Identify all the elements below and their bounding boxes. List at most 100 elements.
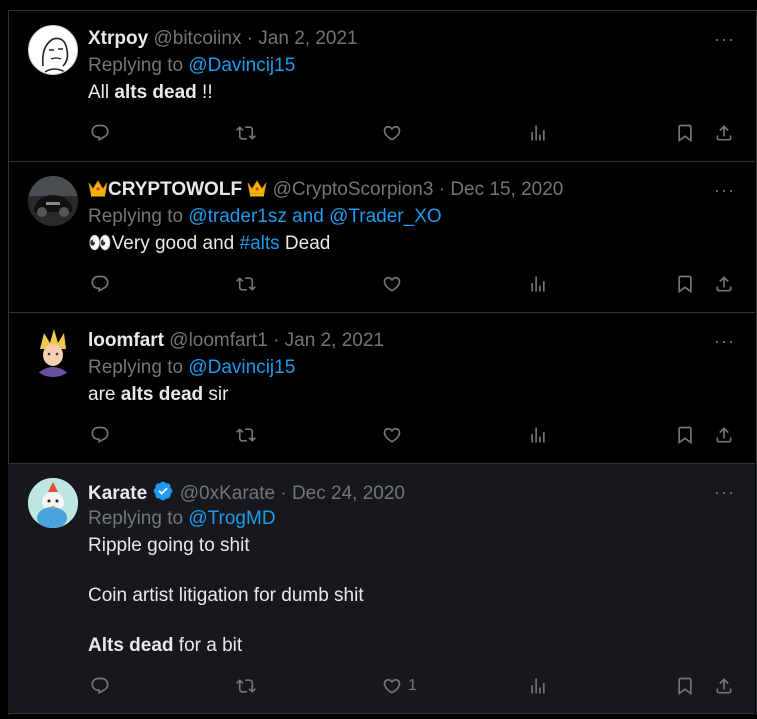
eyes-emoji: 👀 bbox=[88, 233, 112, 254]
action-bar: 1 bbox=[88, 674, 755, 698]
reply-icon bbox=[90, 676, 110, 696]
more-options-icon[interactable]: ··· bbox=[714, 482, 735, 503]
tweet[interactable]: CRYPTOWOLF @CryptoScorpion3 · Dec 15, 20… bbox=[8, 162, 755, 313]
share-button[interactable] bbox=[714, 272, 734, 296]
more-options-icon[interactable]: ··· bbox=[714, 180, 735, 201]
action-bar bbox=[88, 121, 755, 145]
tweet-header: CRYPTOWOLF @CryptoScorpion3 · Dec 15, 20… bbox=[88, 178, 705, 204]
views-icon bbox=[528, 274, 548, 294]
separator: · bbox=[438, 179, 446, 200]
author-handle[interactable]: @0xKarate bbox=[180, 483, 275, 504]
share-icon bbox=[714, 425, 734, 445]
tweet-date[interactable]: Jan 2, 2021 bbox=[285, 330, 384, 351]
retweet-icon bbox=[236, 676, 256, 696]
text-line: Coin artist litigation for dumb shit bbox=[88, 585, 364, 606]
tweet[interactable]: Karate @0xKarate · Dec 24, 2020 ··· Repl… bbox=[8, 464, 755, 714]
text-segment: for a bit bbox=[173, 635, 243, 656]
views-icon bbox=[528, 425, 548, 445]
bookmark-button[interactable] bbox=[675, 674, 695, 698]
author-name[interactable]: CRYPTOWOLF bbox=[108, 179, 242, 200]
share-button[interactable] bbox=[714, 121, 734, 145]
replying-to: Replying to @trader1sz and @Trader_XO bbox=[88, 205, 442, 229]
avatar-penguin-icon bbox=[28, 478, 78, 528]
tweet-header: Xtrpoy @bitcoiinx · Jan 2, 2021 bbox=[88, 27, 705, 51]
replying-to: Replying to @TrogMD bbox=[88, 507, 276, 531]
like-button[interactable] bbox=[382, 272, 408, 296]
reply-button[interactable] bbox=[90, 272, 110, 296]
reply-icon bbox=[90, 274, 110, 294]
like-button[interactable] bbox=[382, 121, 408, 145]
tweet-text: are alts dead sir bbox=[88, 383, 715, 407]
retweet-button[interactable] bbox=[236, 272, 256, 296]
share-button[interactable] bbox=[714, 674, 734, 698]
like-icon bbox=[382, 425, 402, 445]
separator: · bbox=[273, 330, 280, 351]
replying-prefix: Replying to bbox=[88, 508, 184, 529]
tweet-date[interactable]: Dec 15, 2020 bbox=[450, 179, 563, 200]
avatar-anime-icon bbox=[38, 329, 68, 377]
tweet-text: Ripple going to shit Coin artist litigat… bbox=[88, 534, 715, 658]
replying-to-link[interactable]: @TrogMD bbox=[188, 508, 275, 529]
replying-to-link[interactable]: @trader1sz and @Trader_XO bbox=[188, 206, 441, 227]
views-button[interactable] bbox=[528, 423, 548, 447]
replying-prefix: Replying to bbox=[88, 357, 184, 378]
avatar[interactable] bbox=[28, 176, 78, 226]
share-icon bbox=[714, 676, 734, 696]
retweet-button[interactable] bbox=[236, 423, 256, 447]
share-icon bbox=[714, 274, 734, 294]
tweet-header: Karate @0xKarate · Dec 24, 2020 bbox=[88, 480, 705, 509]
author-handle[interactable]: @CryptoScorpion3 bbox=[273, 179, 434, 200]
tweet-date[interactable]: Jan 2, 2021 bbox=[258, 28, 357, 49]
tweet[interactable]: Xtrpoy @bitcoiinx · Jan 2, 2021 ··· Repl… bbox=[8, 11, 755, 162]
replying-prefix: Replying to bbox=[88, 55, 184, 76]
bookmark-button[interactable] bbox=[675, 423, 695, 447]
views-button[interactable] bbox=[528, 121, 548, 145]
author-handle[interactable]: @loomfart1 bbox=[169, 330, 268, 351]
views-icon bbox=[528, 123, 548, 143]
avatar[interactable] bbox=[28, 478, 78, 528]
replying-to: Replying to @Davincij15 bbox=[88, 356, 295, 380]
tweet[interactable]: loomfart @loomfart1 · Jan 2, 2021 ··· Re… bbox=[8, 313, 755, 464]
author-handle[interactable]: @bitcoiinx bbox=[153, 28, 241, 49]
avatar[interactable] bbox=[28, 25, 78, 75]
text-segment: Dead bbox=[279, 233, 331, 254]
retweet-button[interactable] bbox=[236, 121, 256, 145]
text-segment: All bbox=[88, 82, 115, 103]
replying-to-link[interactable]: @Davincij15 bbox=[188, 357, 295, 378]
reply-button[interactable] bbox=[90, 674, 110, 698]
reply-button[interactable] bbox=[90, 423, 110, 447]
author-name[interactable]: Karate bbox=[88, 483, 147, 504]
like-icon bbox=[382, 274, 402, 294]
like-button[interactable] bbox=[382, 423, 408, 447]
more-options-icon[interactable]: ··· bbox=[714, 29, 735, 50]
bookmark-button[interactable] bbox=[675, 121, 695, 145]
author-name[interactable]: loomfart bbox=[88, 330, 164, 351]
author-name[interactable]: Xtrpoy bbox=[88, 28, 148, 49]
more-options-icon[interactable]: ··· bbox=[714, 331, 735, 352]
bookmark-button[interactable] bbox=[675, 272, 695, 296]
text-bold: Alts dead bbox=[88, 635, 174, 656]
views-button[interactable] bbox=[528, 674, 548, 698]
like-icon bbox=[382, 676, 402, 696]
avatar[interactable] bbox=[28, 327, 78, 377]
text-segment: are bbox=[88, 384, 121, 405]
replying-to: Replying to @Davincij15 bbox=[88, 54, 295, 78]
separator: · bbox=[246, 28, 254, 49]
tweet-date[interactable]: Dec 24, 2020 bbox=[292, 483, 405, 504]
reply-icon bbox=[90, 425, 110, 445]
bookmark-icon bbox=[675, 425, 695, 445]
retweet-icon bbox=[236, 123, 256, 143]
views-button[interactable] bbox=[528, 272, 548, 296]
retweet-button[interactable] bbox=[236, 674, 256, 698]
reply-button[interactable] bbox=[90, 121, 110, 145]
tweet-text: All alts dead !! bbox=[88, 81, 715, 105]
like-button[interactable]: 1 bbox=[382, 674, 417, 698]
separator: · bbox=[280, 483, 287, 504]
tweet-text: 👀Very good and #alts Dead bbox=[88, 232, 715, 256]
share-button[interactable] bbox=[714, 423, 734, 447]
bookmark-icon bbox=[675, 123, 695, 143]
bookmark-icon bbox=[675, 274, 695, 294]
hashtag-link[interactable]: #alts bbox=[240, 233, 280, 254]
replying-to-link[interactable]: @Davincij15 bbox=[188, 55, 295, 76]
avatar-car-icon bbox=[28, 176, 78, 226]
